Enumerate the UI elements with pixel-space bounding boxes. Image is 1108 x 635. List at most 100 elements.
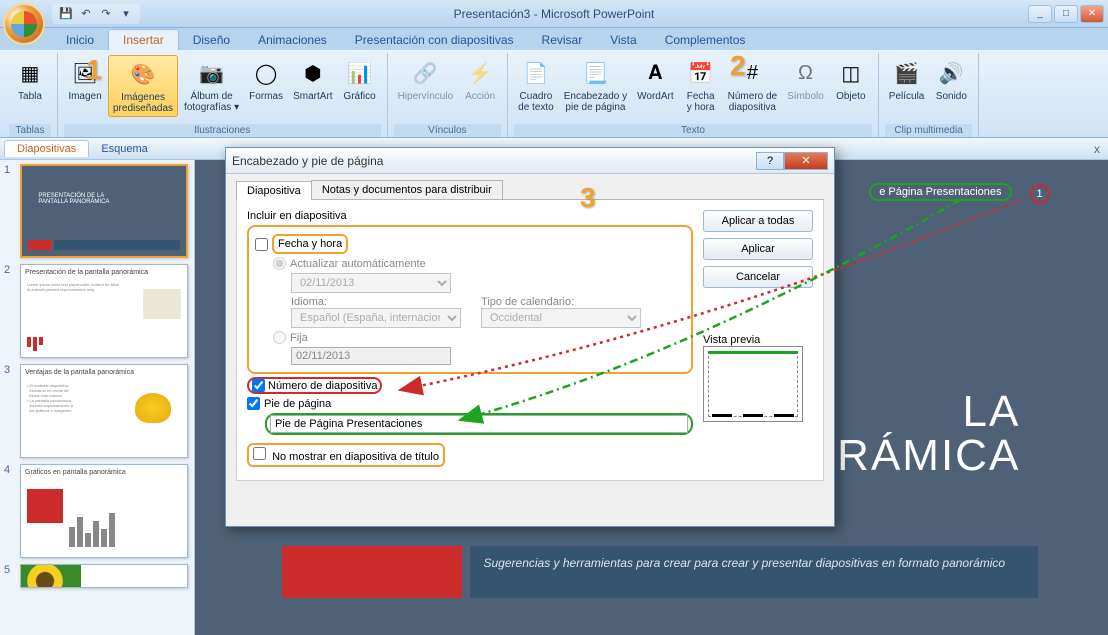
tab-animaciones[interactable]: Animaciones [244,30,341,50]
aplicar-todas-button[interactable]: Aplicar a todas [703,210,813,232]
tab-insertar[interactable]: Insertar [108,29,179,50]
qat-dropdown-icon[interactable]: ▾ [118,6,134,22]
dialog-help-button[interactable]: ? [756,152,784,170]
idioma-select[interactable]: Español (España, internacional) [291,308,461,328]
ribbon-group-title: Tablas [9,124,51,137]
numero-checkbox[interactable] [252,379,265,392]
dialog-tab-diapositiva[interactable]: Diapositiva [236,181,312,200]
ribbon-label: Fecha y hora [687,91,715,113]
tab-vista[interactable]: Vista [596,30,650,50]
ribbon-icon: 📊 [344,57,376,89]
ribbon-icon: Ω [789,57,821,89]
group-label: Incluir en diapositiva [247,210,693,222]
ribbon-label: Tabla [18,91,42,102]
pane-close-icon[interactable]: x [1094,142,1100,156]
tab-complementos[interactable]: Complementos [651,30,760,50]
ribbon-icon: 📄 [520,57,552,89]
dialog-title: Encabezado y pie de página [232,154,383,168]
date-select[interactable]: 02/11/2013 [291,273,451,293]
fecha-checkbox[interactable] [255,238,268,251]
ribbon-label: Encabezado y pie de página [564,91,627,113]
ribbon-button[interactable]: 🎬 Película [885,55,929,104]
thumb-slide-4[interactable]: Gráficos en pantalla panorámica [20,464,188,558]
ribbon-icon: ◫ [835,57,867,89]
ribbon-label: Álbum de fotografías ▾ [184,91,239,113]
fija-input[interactable] [291,347,451,365]
thumb-slide-2[interactable]: Presentación de la pantalla panorámica L… [20,264,188,358]
dialog-tab-notas[interactable]: Notas y documentos para distribuir [311,180,503,199]
ribbon-label: Formas [249,91,283,102]
pie-label: Pie de página [264,398,331,410]
thumb-slide-3[interactable]: Ventajas de la pantalla panorámica • El … [20,364,188,458]
save-icon[interactable]: 💾 [58,6,74,22]
ribbon-label: Imágenes prediseñadas [113,92,173,114]
pane-tab-esquema[interactable]: Esquema [89,141,159,157]
ribbon-label: WordArt [637,91,674,102]
tab-revisar[interactable]: Revisar [528,30,597,50]
dialog-close-button[interactable]: ✕ [784,152,828,170]
annotation-1: 1 [86,54,102,86]
ribbon-icon: ⚡ [464,57,496,89]
ribbon-button[interactable]: ⬢SmartArt [289,55,336,104]
ribbon-icon: 🔊 [935,57,967,89]
calendario-select[interactable]: Occidental [481,308,641,328]
office-button[interactable] [3,3,45,45]
calendario-label: Tipo de calendario: [481,296,641,308]
ribbon-button[interactable]: 📄Cuadro de texto [514,55,558,115]
cancelar-button[interactable]: Cancelar [703,266,813,288]
nomostrar-checkbox[interactable] [253,447,266,460]
ribbon-button[interactable]: 𝐀WordArt [633,55,678,104]
dialog-content: Incluir en diapositiva Fecha y hora Actu… [236,200,824,481]
ribbon-button[interactable]: 📅Fecha y hora [680,55,722,115]
pie-input[interactable] [270,415,688,433]
thumb-slide-1[interactable]: PRESENTACIÓN DE LAPANTALLA PANORÁMICA [20,164,188,258]
ribbon-icon: ⬢ [297,57,329,89]
ribbon-icon: 🎬 [891,57,923,89]
ribbon-tabs: Inicio Insertar Diseño Animaciones Prese… [0,28,1108,50]
thumb-number: 3 [4,364,16,458]
fija-radio[interactable] [273,331,286,344]
ribbon-button[interactable]: 🔊 Sonido [930,55,972,104]
ribbon-button: 🔗 Hipervínculo [394,55,458,104]
ribbon-group: 📄Cuadro de texto📃Encabezado y pie de pág… [508,53,879,137]
ribbon-button[interactable]: ◫ Objeto [830,55,872,104]
ribbon-button[interactable]: 📊Gráfico [339,55,381,104]
ribbon-icon: 📃 [579,57,611,89]
ribbon-icon: 🔗 [409,57,441,89]
tab-presentacion[interactable]: Presentación con diapositivas [341,30,528,50]
ribbon-button: ⚡ Acción [459,55,501,104]
slide-subtitle: Sugerencias y herramientas para crear pa… [470,546,1038,598]
pie-checkbox[interactable] [247,397,260,410]
dialog-titlebar[interactable]: Encabezado y pie de página ? ✕ [226,148,834,174]
ribbon-button[interactable]: 🎨Imágenes prediseñadas [108,55,178,117]
tab-inicio[interactable]: Inicio [52,30,108,50]
slide-thumbnails[interactable]: 1 PRESENTACIÓN DE LAPANTALLA PANORÁMICA … [0,160,195,635]
close-button[interactable]: ✕ [1080,5,1104,23]
pane-tab-diapositivas[interactable]: Diapositivas [4,140,89,157]
ribbon-label: Número de diapositiva [728,91,777,113]
maximize-button[interactable]: □ [1054,5,1078,23]
undo-icon[interactable]: ↶ [78,6,94,22]
ribbon-label: Objeto [836,91,865,102]
ribbon-label: Imagen [68,91,101,102]
ribbon-button[interactable]: ▦Tabla [9,55,51,104]
thumb-slide-5[interactable] [20,564,188,588]
redo-icon[interactable]: ↷ [98,6,114,22]
ribbon-label: Sonido [936,91,967,102]
tab-diseno[interactable]: Diseño [179,30,244,50]
minimize-button[interactable]: _ [1028,5,1052,23]
ribbon-button[interactable]: 📷Álbum de fotografías ▾ [180,55,243,115]
ribbon-button[interactable]: 📃Encabezado y pie de página [560,55,631,115]
ribbon-label: Símbolo [787,91,824,102]
ribbon-label: Hipervínculo [398,91,454,102]
ribbon-group-title: Vínculos [394,124,502,137]
auto-radio[interactable] [273,257,286,270]
ribbon-label: Acción [465,91,495,102]
ribbon-group-title: Texto [514,124,872,137]
ribbon-label: Película [889,91,925,102]
thumb-number: 5 [4,564,16,588]
ribbon-button[interactable]: ◯Formas [245,55,287,104]
fija-label: Fija [290,332,308,344]
ribbon-group: 🎬Película🔊SonidoClip multimedia [879,53,980,137]
aplicar-button[interactable]: Aplicar [703,238,813,260]
